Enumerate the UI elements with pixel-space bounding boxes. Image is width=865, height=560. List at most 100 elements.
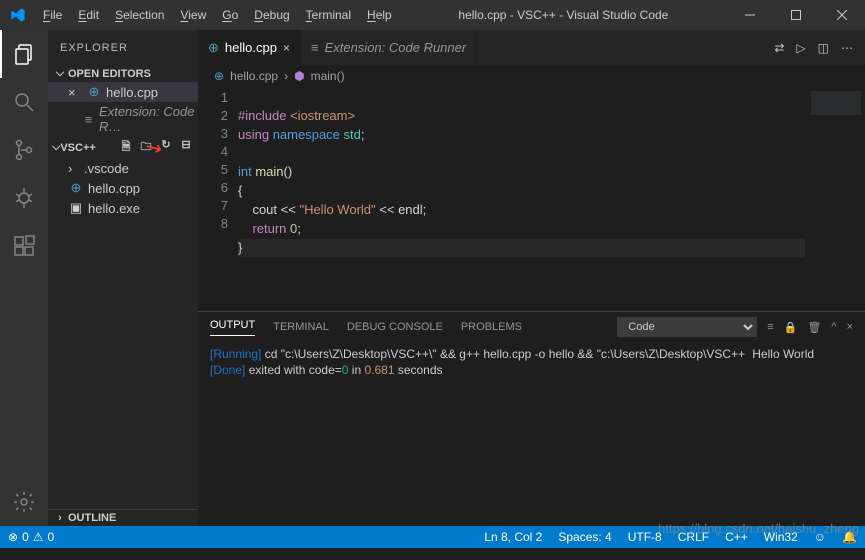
tree-label: .vscode [84, 161, 129, 176]
chevron-right-icon: › [52, 512, 68, 524]
open-editor-hello[interactable]: × ⊕ hello.cpp [48, 82, 198, 102]
close-icon[interactable]: × [68, 85, 82, 100]
status-language[interactable]: C++ [717, 530, 756, 544]
titlebar: File Edit Selection View Go Debug Termin… [0, 0, 865, 30]
source-control-icon[interactable] [0, 126, 48, 174]
exe-file-icon: ▣ [68, 200, 84, 216]
panel-tab-terminal[interactable]: TERMINAL [273, 321, 329, 333]
refresh-icon[interactable]: ↻ [158, 138, 174, 157]
tree-label: hello.exe [88, 201, 140, 216]
warning-icon: ⚠ [33, 530, 44, 544]
tab-hello-cpp[interactable]: ⊕ hello.cpp × [198, 30, 301, 65]
menu-go[interactable]: Go [214, 0, 246, 30]
status-encoding[interactable]: UTF-8 [620, 530, 670, 544]
open-editors-section[interactable]: ⌵ OPEN EDITORS [48, 65, 198, 82]
run-icon[interactable]: ▷ [796, 41, 805, 55]
panel-tabs: OUTPUT TERMINAL DEBUG CONSOLE PROBLEMS C… [198, 312, 865, 342]
status-line-col[interactable]: Ln 8, Col 2 [476, 530, 550, 544]
chevron-down-icon: ⌵ [52, 67, 68, 80]
tab-label: Extension: Code Runner [325, 40, 467, 55]
explorer-icon[interactable] [0, 30, 48, 78]
close-button[interactable] [819, 0, 865, 30]
chevron-down-icon: ⌵ [52, 141, 60, 154]
close-icon[interactable]: × [283, 41, 290, 55]
panel-tab-output[interactable]: OUTPUT [210, 319, 255, 336]
extension-icon: ≡ [82, 112, 95, 127]
status-eol[interactable]: CRLF [670, 530, 717, 544]
activity-bar [0, 30, 48, 526]
clear-icon[interactable]: 🗑 [807, 321, 821, 334]
tree-folder-vscode[interactable]: › .vscode [48, 159, 198, 178]
explorer-sidebar: EXPLORER ⌵ OPEN EDITORS × ⊕ hello.cpp ≡ … [48, 30, 198, 526]
maximize-panel-icon[interactable]: ^ [831, 321, 836, 333]
window-title: hello.cpp - VSC++ - Visual Studio Code [400, 8, 727, 22]
menu-edit[interactable]: Edit [70, 0, 107, 30]
minimize-button[interactable] [727, 0, 773, 30]
list-icon[interactable]: ≡ [767, 321, 773, 333]
tab-extension[interactable]: ≡ Extension: Code Runner [301, 30, 477, 65]
compare-icon[interactable]: ⇄ [774, 41, 784, 55]
breadcrumb[interactable]: ⊕ hello.cpp › ⬢ main() [198, 65, 865, 87]
breadcrumb-file: hello.cpp [230, 69, 278, 83]
cpp-file-icon: ⊕ [208, 40, 219, 56]
line-numbers: 12345678 [198, 87, 238, 311]
extensions-icon[interactable] [0, 222, 48, 270]
menu-selection[interactable]: Selection [107, 0, 172, 30]
explorer-title: EXPLORER [48, 30, 198, 65]
maximize-button[interactable] [773, 0, 819, 30]
panel-tab-debug[interactable]: DEBUG CONSOLE [347, 321, 443, 333]
close-panel-icon[interactable]: × [847, 321, 853, 333]
cube-icon: ⬢ [294, 69, 304, 83]
extension-icon: ≡ [311, 40, 319, 55]
minimap[interactable] [805, 87, 865, 311]
outline-section[interactable]: › OUTLINE [48, 509, 198, 526]
editor-area: ⊕ hello.cpp × ≡ Extension: Code Runner ⇄… [198, 30, 865, 526]
open-editor-label: Extension: Code R… [99, 104, 198, 134]
tab-label: hello.cpp [225, 40, 277, 55]
workspace-section[interactable]: ⌵ VSC++ 🗎 🗀 ↻ ⊟ [48, 136, 198, 159]
panel-tab-problems[interactable]: PROBLEMS [461, 321, 522, 333]
more-icon[interactable]: ⋯ [841, 41, 853, 55]
open-editor-extension[interactable]: ≡ Extension: Code R… [48, 102, 198, 136]
tree-file-hello-cpp[interactable]: ⊕ hello.cpp [48, 178, 198, 198]
chevron-right-icon: › [68, 161, 80, 176]
settings-gear-icon[interactable] [0, 478, 48, 526]
menu-terminal[interactable]: Terminal [298, 0, 359, 30]
lock-icon[interactable]: 🔒 [784, 321, 798, 334]
new-file-icon[interactable]: 🗎 [118, 138, 134, 157]
status-target[interactable]: Win32 [756, 530, 806, 544]
vscode-logo-icon [0, 7, 35, 23]
status-spaces[interactable]: Spaces: 4 [550, 530, 619, 544]
tree-file-hello-exe[interactable]: ▣ hello.exe [48, 198, 198, 218]
collapse-icon[interactable]: ⊟ [178, 138, 194, 157]
cpp-file-icon: ⊕ [214, 69, 224, 83]
code-content[interactable]: #include <iostream> using namespace std;… [238, 87, 805, 311]
menu-file[interactable]: File [35, 0, 70, 30]
chevron-right-icon: › [284, 69, 288, 83]
editor-body[interactable]: 12345678 #include <iostream> using names… [198, 87, 865, 311]
status-bar: ⊗0 ⚠0 Ln 8, Col 2 Spaces: 4 UTF-8 CRLF C… [0, 526, 865, 548]
breadcrumb-symbol: main() [311, 69, 345, 83]
status-errors[interactable]: ⊗0 ⚠0 [0, 530, 62, 544]
new-folder-icon[interactable]: 🗀 [138, 138, 154, 157]
open-editors-label: OPEN EDITORS [68, 68, 151, 80]
debug-icon[interactable] [0, 174, 48, 222]
output-body[interactable]: [Running] cd "c:\Users\Z\Desktop\VSC++\"… [198, 342, 865, 526]
tree-label: hello.cpp [88, 181, 140, 196]
editor-tabs: ⊕ hello.cpp × ≡ Extension: Code Runner ⇄… [198, 30, 865, 65]
menu-bar: File Edit Selection View Go Debug Termin… [35, 0, 400, 30]
cpp-file-icon: ⊕ [68, 180, 84, 196]
menu-help[interactable]: Help [359, 0, 400, 30]
menu-view[interactable]: View [172, 0, 214, 30]
editor-actions: ⇄ ▷ ◫ ⋯ [774, 41, 865, 55]
notifications-icon[interactable]: 🔔 [834, 530, 865, 544]
menu-debug[interactable]: Debug [246, 0, 297, 30]
workspace-label: VSC++ [60, 142, 95, 154]
split-editor-icon[interactable]: ◫ [818, 41, 829, 55]
cpp-file-icon: ⊕ [86, 84, 102, 100]
error-icon: ⊗ [8, 530, 18, 544]
output-channel-select[interactable]: Code [617, 317, 757, 337]
panel: OUTPUT TERMINAL DEBUG CONSOLE PROBLEMS C… [198, 311, 865, 526]
feedback-icon[interactable]: ☺ [806, 530, 834, 544]
search-icon[interactable] [0, 78, 48, 126]
